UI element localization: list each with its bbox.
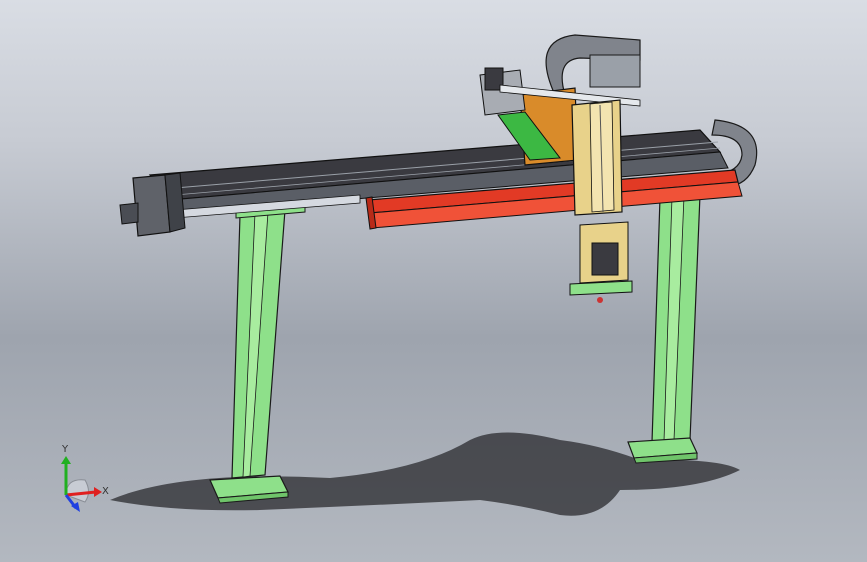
triad-y-label: Y <box>61 444 69 455</box>
gantry-model[interactable] <box>0 0 867 562</box>
triad-x-label: X <box>102 486 109 497</box>
left-leg <box>209 199 306 504</box>
y-arrow-head <box>61 456 71 464</box>
beam-end-motor <box>119 172 186 237</box>
cable-chain-guide <box>589 54 641 88</box>
cad-viewport[interactable]: Y X <box>0 0 867 562</box>
right-leg <box>627 194 701 464</box>
x-arrow-head <box>94 487 102 497</box>
coordinate-triad: Y X <box>61 444 109 512</box>
